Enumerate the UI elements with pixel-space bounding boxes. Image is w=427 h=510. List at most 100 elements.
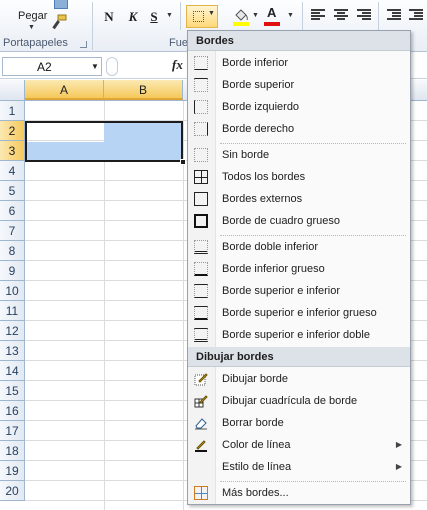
borders-dropdown-icon[interactable]: ▼ <box>208 10 215 17</box>
increase-indent-icon[interactable] <box>409 9 423 21</box>
decrease-indent-icon[interactable] <box>387 9 401 21</box>
column-header-a[interactable]: A <box>25 80 104 100</box>
italic-button[interactable]: K <box>124 8 142 26</box>
row-header-16[interactable]: 16 <box>0 401 25 421</box>
row-header-19[interactable]: 19 <box>0 461 25 481</box>
row-header-18[interactable]: 18 <box>0 441 25 461</box>
border-top-icon <box>194 78 208 92</box>
menu-item-label: Dibujar borde <box>222 373 289 385</box>
align-center-icon[interactable] <box>334 9 348 21</box>
menu-item-right-border[interactable]: Borde derecho <box>188 118 410 140</box>
name-box-dropdown-icon[interactable]: ▼ <box>91 62 99 71</box>
name-box-value: A2 <box>37 60 52 74</box>
menu-item-label: Borde superior e inferior grueso <box>222 307 377 319</box>
menu-item-line-color[interactable]: Color de línea ▶ <box>188 434 410 456</box>
menu-item-thick-bottom-border[interactable]: Borde inferior grueso <box>188 258 410 280</box>
menu-item-draw-border[interactable]: Dibujar borde <box>188 368 410 390</box>
row-header-17[interactable]: 17 <box>0 421 25 441</box>
column-header-b[interactable]: B <box>104 80 183 100</box>
menu-item-double-bottom-border[interactable]: Borde doble inferior <box>188 236 410 258</box>
paste-label: Pegar <box>18 10 48 22</box>
border-left-icon <box>194 100 208 114</box>
row-header-10[interactable]: 10 <box>0 281 25 301</box>
underline-dropdown-icon[interactable]: ▼ <box>166 12 173 19</box>
menu-item-more-borders[interactable]: Más bordes... <box>188 482 410 504</box>
formula-bar-splitter[interactable] <box>106 57 118 76</box>
menu-item-erase-border[interactable]: Borrar borde <box>188 412 410 434</box>
menu-item-label: Estilo de línea <box>222 461 292 473</box>
submenu-arrow-icon: ▶ <box>395 462 402 471</box>
bold-button[interactable]: N <box>100 8 118 26</box>
divider <box>180 2 181 30</box>
all-borders-icon <box>194 170 208 184</box>
draw-border-icon <box>194 372 208 386</box>
row-header-7[interactable]: 7 <box>0 221 25 241</box>
menu-item-top-thick-bottom-border[interactable]: Borde superior e inferior grueso <box>188 302 410 324</box>
paste-button[interactable]: Pegar ▼ <box>6 0 48 36</box>
menu-item-top-border[interactable]: Borde superior <box>188 74 410 96</box>
menu-item-outside-borders[interactable]: Bordes externos <box>188 188 410 210</box>
menu-item-label: Borde inferior grueso <box>222 263 325 275</box>
align-right-icon[interactable] <box>357 9 371 21</box>
row-header-8[interactable]: 8 <box>0 241 25 261</box>
align-left-icon[interactable] <box>311 9 325 21</box>
row-header-1[interactable]: 1 <box>0 101 25 121</box>
divider <box>378 2 379 30</box>
menu-item-thick-box-border[interactable]: Borde de cuadro grueso <box>188 210 410 232</box>
menu-item-label: Borrar borde <box>222 417 284 429</box>
menu-item-label: Borde izquierdo <box>222 101 300 113</box>
row-header-9[interactable]: 9 <box>0 261 25 281</box>
menu-item-left-border[interactable]: Borde izquierdo <box>188 96 410 118</box>
row-header-13[interactable]: 13 <box>0 341 25 361</box>
copy-icon[interactable] <box>54 0 68 9</box>
no-border-icon <box>194 148 208 162</box>
excel-window: Pegar ▼ Portapapeles N K S ▼ ▼ ▼ A ▼ Fue… <box>0 0 427 510</box>
fill-handle[interactable] <box>180 159 186 165</box>
row-header-12[interactable]: 12 <box>0 321 25 341</box>
menu-item-draw-border-grid[interactable]: Dibujar cuadrícula de borde <box>188 390 410 412</box>
row-header-3[interactable]: 3 <box>0 141 25 161</box>
borders-menu: Bordes Borde inferior Borde superior Bor… <box>187 30 411 505</box>
row-header-2[interactable]: 2 <box>0 121 25 141</box>
row-header-5[interactable]: 5 <box>0 181 25 201</box>
menu-item-no-border[interactable]: Sin borde <box>188 144 410 166</box>
row-header-15[interactable]: 15 <box>0 381 25 401</box>
row-header-20[interactable]: 20 <box>0 481 25 501</box>
row-header-4[interactable]: 4 <box>0 161 25 181</box>
clipboard-launcher-icon[interactable] <box>80 41 87 48</box>
menu-item-label: Borde inferior <box>222 57 289 69</box>
row-header-6[interactable]: 6 <box>0 201 25 221</box>
font-group-label: Fue <box>169 37 188 49</box>
row-header-14[interactable]: 14 <box>0 361 25 381</box>
name-box[interactable]: A2 ▼ <box>2 57 102 76</box>
line-style-icon <box>194 460 208 474</box>
menu-item-label: Borde superior e inferior <box>222 285 341 297</box>
menu-item-bottom-border[interactable]: Borde inferior <box>188 52 410 74</box>
menu-item-top-bottom-border[interactable]: Borde superior e inferior <box>188 280 410 302</box>
insert-function-icon[interactable]: fx <box>172 57 183 73</box>
clipboard-group-label: Portapapeles <box>3 37 68 49</box>
format-painter-icon[interactable] <box>52 14 68 30</box>
menu-item-top-double-bottom-border[interactable]: Borde superior e inferior doble <box>188 324 410 346</box>
borders-button[interactable]: ▼ <box>186 5 218 28</box>
menu-section-draw-borders: Dibujar bordes <box>188 347 410 367</box>
select-all-corner[interactable] <box>0 80 25 100</box>
font-color-icon[interactable]: A <box>267 5 276 20</box>
menu-item-all-borders[interactable]: Todos los bordes <box>188 166 410 188</box>
borders-icon <box>193 11 204 22</box>
menu-item-label: Todos los bordes <box>222 171 306 183</box>
menu-item-label: Borde superior <box>222 79 295 91</box>
fill-color-icon[interactable] <box>233 8 249 22</box>
submenu-arrow-icon: ▶ <box>395 440 402 449</box>
top-thick-bottom-border-icon <box>194 306 208 320</box>
paste-dropdown-icon[interactable]: ▼ <box>28 24 35 31</box>
top-bottom-border-icon <box>194 284 208 298</box>
menu-item-label: Borde derecho <box>222 123 295 135</box>
menu-item-line-style[interactable]: Estilo de línea ▶ <box>188 456 410 478</box>
menu-item-label: Borde superior e inferior doble <box>222 329 370 341</box>
selection-range[interactable] <box>25 121 183 162</box>
font-color-dropdown-icon[interactable]: ▼ <box>287 12 294 19</box>
fill-color-dropdown-icon[interactable]: ▼ <box>252 12 259 19</box>
row-header-11[interactable]: 11 <box>0 301 25 321</box>
underline-button[interactable]: S <box>145 8 163 26</box>
